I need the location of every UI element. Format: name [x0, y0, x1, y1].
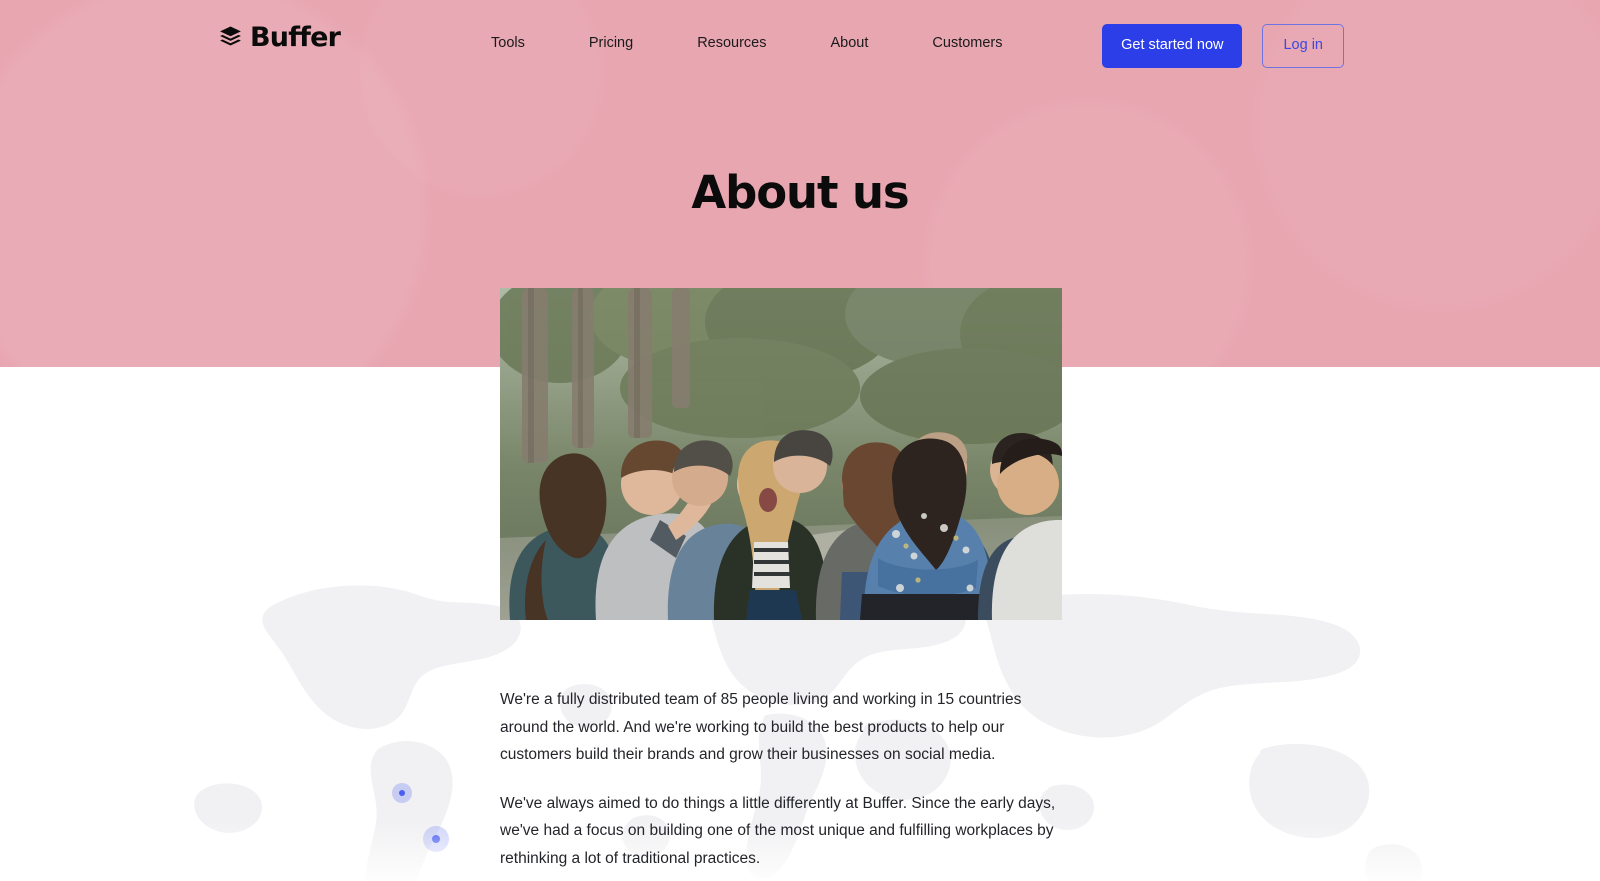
logo-wordmark: Buffer [250, 22, 341, 53]
header-actions: Get started now Log in [1102, 24, 1344, 68]
about-content: We're a fully distributed team of 85 peo… [500, 686, 1066, 872]
log-in-button[interactable]: Log in [1262, 24, 1344, 68]
nav-item-resources[interactable]: Resources [697, 32, 766, 54]
about-paragraph-1: We're a fully distributed team of 85 peo… [500, 691, 1022, 763]
buffer-layers-icon [218, 25, 243, 50]
nav-item-pricing[interactable]: Pricing [589, 32, 633, 54]
nav-item-tools[interactable]: Tools [491, 32, 525, 54]
page-title: About us [691, 166, 909, 219]
site-header: Buffer Tools Pricing Resources About Cus… [0, 0, 1600, 86]
team-photo [500, 288, 1062, 620]
page-root: Buffer Tools Pricing Resources About Cus… [0, 0, 1600, 881]
about-paragraph-2: We've always aimed to do things a little… [500, 794, 1056, 867]
nav-item-about[interactable]: About [831, 32, 869, 54]
main-navigation: Tools Pricing Resources About Customers [491, 32, 1003, 54]
buffer-logo[interactable]: Buffer [218, 22, 341, 53]
get-started-button[interactable]: Get started now [1102, 24, 1243, 68]
nav-item-customers[interactable]: Customers [932, 32, 1002, 54]
